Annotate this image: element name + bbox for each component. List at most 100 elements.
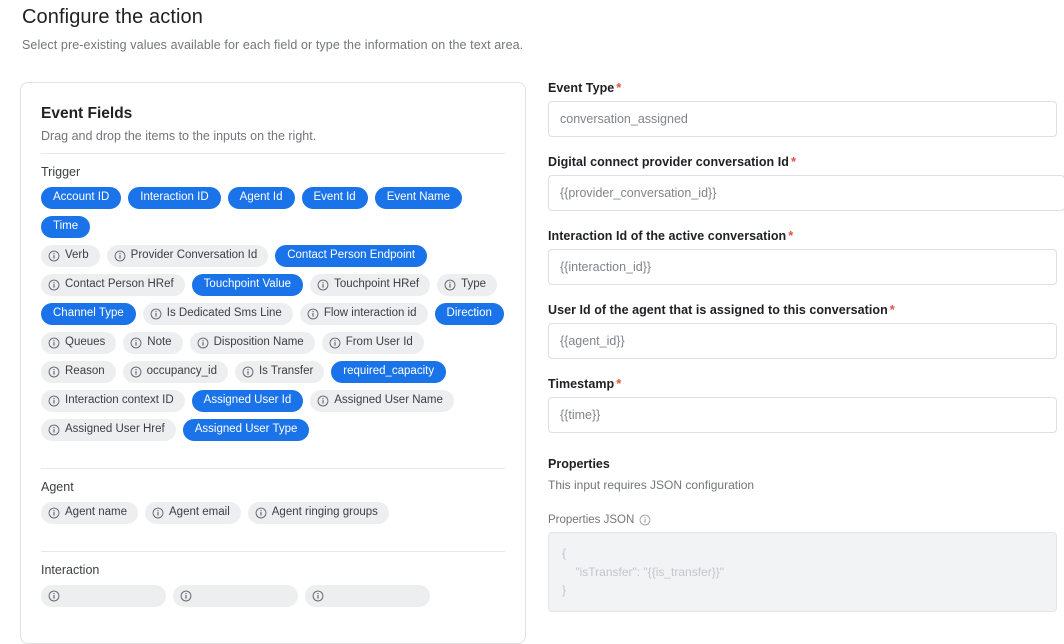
field-chip[interactable]: Contact Person HRef <box>41 274 185 296</box>
field-chip[interactable]: Touchpoint HRef <box>310 274 430 296</box>
chip-label: Disposition Name <box>214 337 304 349</box>
field-chip[interactable]: Time <box>41 216 90 238</box>
event-fields-panel: Event Fields Drag and drop the items to … <box>20 82 526 644</box>
field-chip[interactable] <box>41 585 166 607</box>
input-interaction-id[interactable] <box>548 249 1057 285</box>
properties-heading: Properties <box>548 457 1064 471</box>
field-chip[interactable]: Assigned User Name <box>310 390 454 412</box>
input-provider-conversation-id[interactable] <box>548 175 1064 211</box>
info-icon <box>317 279 329 291</box>
field-chip[interactable]: Touchpoint Value <box>192 274 303 296</box>
field-chip[interactable]: Agent name <box>41 502 138 524</box>
chip-row: Reason occupancy_id Is Transfer required_ca… <box>41 361 505 383</box>
input-agent-id[interactable] <box>548 323 1057 359</box>
info-icon <box>48 279 60 291</box>
field-chip[interactable]: occupancy_id <box>123 361 228 383</box>
field-chip[interactable] <box>173 585 298 607</box>
field-chip[interactable]: Agent Id <box>228 187 295 209</box>
chip-label: Assigned User Name <box>334 395 443 407</box>
chip-label: Agent name <box>65 507 127 519</box>
info-icon <box>150 308 162 320</box>
info-icon <box>48 337 60 349</box>
configure-action-page: Configure the action Select pre-existing… <box>0 0 1064 644</box>
group-divider <box>41 468 505 469</box>
chip-label: Type <box>461 279 486 291</box>
field-chip[interactable]: Note <box>123 332 182 354</box>
chip-label: Flow interaction id <box>324 308 417 320</box>
chip-label: Queues <box>65 337 105 349</box>
chip-label: Event Id <box>314 192 356 204</box>
chip-label: Interaction context ID <box>65 395 174 407</box>
field-chip[interactable]: Flow interaction id <box>300 303 428 325</box>
field-chip[interactable]: Agent email <box>145 502 241 524</box>
info-icon <box>48 250 60 262</box>
info-icon <box>242 366 254 378</box>
chip-label: Contact Person Endpoint <box>287 250 415 262</box>
field-chip[interactable]: Direction <box>435 303 504 325</box>
info-icon <box>48 590 60 602</box>
chip-label: Event Name <box>387 192 450 204</box>
field-chip[interactable]: From User Id <box>322 332 424 354</box>
chip-label: Note <box>147 337 171 349</box>
group-label-interaction: Interaction <box>41 563 505 577</box>
field-chip[interactable]: Type <box>437 274 497 296</box>
panel-divider <box>41 153 505 154</box>
group-label-agent: Agent <box>41 480 505 494</box>
info-icon <box>312 590 324 602</box>
field-groups: Trigger Account ID Interaction ID Agent Id E… <box>41 165 505 607</box>
field-chip[interactable]: required_capacity <box>331 361 446 383</box>
field-label-agent-id: User Id of the agent that is assigned to… <box>548 302 1064 317</box>
info-icon[interactable] <box>639 514 651 526</box>
field-chip[interactable]: Account ID <box>41 187 121 209</box>
field-label-provider-conversation-id: Digital connect provider conversation Id… <box>548 154 1064 169</box>
info-icon <box>317 395 329 407</box>
info-icon <box>444 279 456 291</box>
field-chip[interactable]: Queues <box>41 332 116 354</box>
form-field-timestamp: Timestamp* <box>548 376 1064 433</box>
input-timestamp[interactable] <box>548 397 1057 433</box>
field-label-text: Event Type <box>548 81 614 95</box>
chip-label: Touchpoint HRef <box>334 279 419 291</box>
chip-row: Assigned User Href Assigned User Type <box>41 419 505 441</box>
field-chip[interactable]: Disposition Name <box>190 332 315 354</box>
field-chip[interactable]: Agent ringing groups <box>248 502 389 524</box>
form-field-interaction-id: Interaction Id of the active conversatio… <box>548 228 1064 285</box>
info-icon <box>114 250 126 262</box>
field-chip[interactable]: Verb <box>41 245 100 267</box>
required-marker: * <box>791 154 796 169</box>
properties-json-editor[interactable]: { "isTransfer": "{{is_transfer}}" } <box>548 532 1057 612</box>
field-chip[interactable]: Event Name <box>375 187 462 209</box>
field-chip[interactable]: Channel Type <box>41 303 136 325</box>
field-chip[interactable]: Assigned User Href <box>41 419 176 441</box>
required-marker: * <box>890 302 895 317</box>
chip-label: Reason <box>65 366 105 378</box>
chip-label: Provider Conversation Id <box>131 250 258 262</box>
chip-row <box>41 585 505 607</box>
field-chip[interactable]: Provider Conversation Id <box>107 245 269 267</box>
properties-json-label-text: Properties JSON <box>548 514 634 526</box>
properties-note: This input requires JSON configuration <box>548 478 1064 492</box>
field-chip[interactable]: Is Dedicated Sms Line <box>143 303 293 325</box>
field-label-text: Digital connect provider conversation Id <box>548 155 789 169</box>
field-chip[interactable] <box>305 585 430 607</box>
field-chip[interactable]: Interaction ID <box>128 187 220 209</box>
info-icon <box>130 337 142 349</box>
input-event-type[interactable] <box>548 101 1057 137</box>
field-chip[interactable]: Interaction context ID <box>41 390 185 412</box>
field-chip[interactable]: Contact Person Endpoint <box>275 245 427 267</box>
group-spacer <box>41 531 505 543</box>
form-field-event-type: Event Type* <box>548 80 1064 137</box>
field-chip[interactable]: Event Id <box>302 187 368 209</box>
chip-row: Channel Type Is Dedicated Sms Line Flow in… <box>41 303 505 325</box>
field-chip[interactable]: Assigned User Type <box>183 419 310 441</box>
form-field-provider-conversation-id: Digital connect provider conversation Id… <box>548 154 1064 211</box>
field-chip[interactable]: Is Transfer <box>235 361 324 383</box>
chip-label: Agent Id <box>240 192 283 204</box>
group-label-trigger: Trigger <box>41 165 505 179</box>
field-chip[interactable]: Assigned User Id <box>192 390 304 412</box>
field-chip[interactable]: Reason <box>41 361 116 383</box>
action-config-form: Event Type*Digital connect provider conv… <box>548 80 1064 612</box>
chip-label: Touchpoint Value <box>204 279 291 291</box>
page-title: Configure the action <box>22 6 203 29</box>
info-icon <box>152 507 164 519</box>
